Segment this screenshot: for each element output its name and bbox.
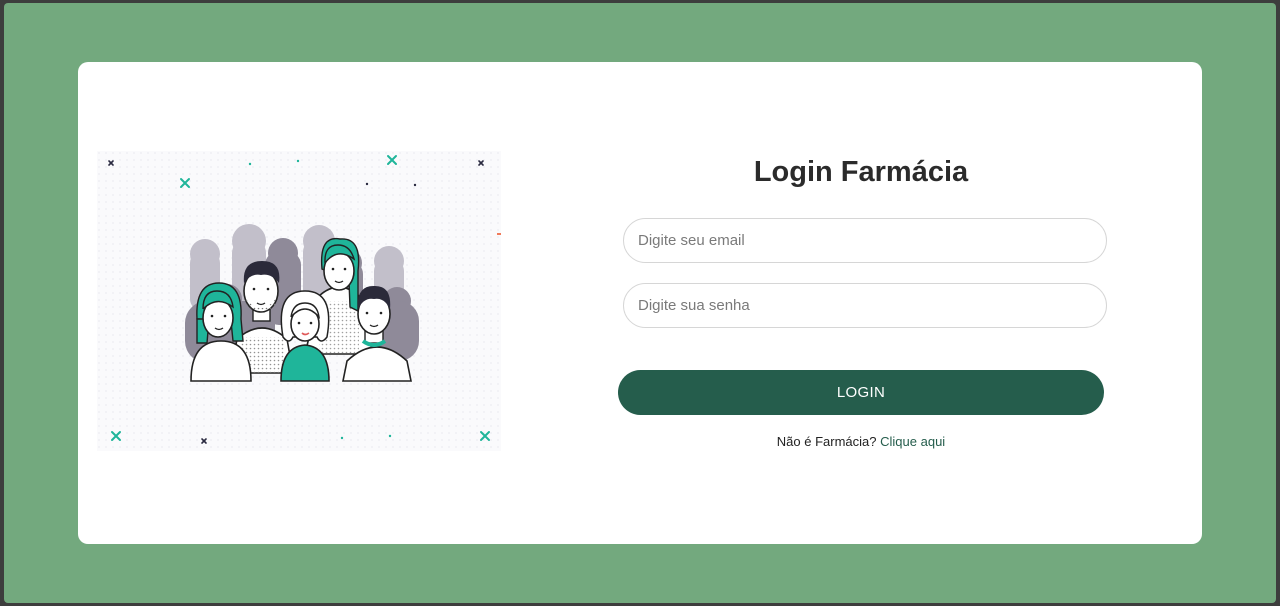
login-button[interactable]: LOGIN xyxy=(618,370,1104,415)
people-group-illustration xyxy=(97,151,501,451)
page-title: Login Farmácia xyxy=(753,156,969,188)
register-link[interactable]: Clique aqui xyxy=(880,434,945,449)
register-question: Não é Farmácia? xyxy=(776,434,877,449)
password-input[interactable] xyxy=(623,283,1107,328)
email-input[interactable] xyxy=(623,218,1107,263)
page-background: Login Farmácia LOGIN Não é Farmácia? Cli… xyxy=(4,3,1276,603)
register-prompt: Não é Farmácia? Clique aqui xyxy=(618,434,1104,449)
login-card: Login Farmácia LOGIN Não é Farmácia? Cli… xyxy=(78,62,1202,544)
login-form: Login Farmácia LOGIN Não é Farmácia? Cli… xyxy=(618,62,1107,544)
